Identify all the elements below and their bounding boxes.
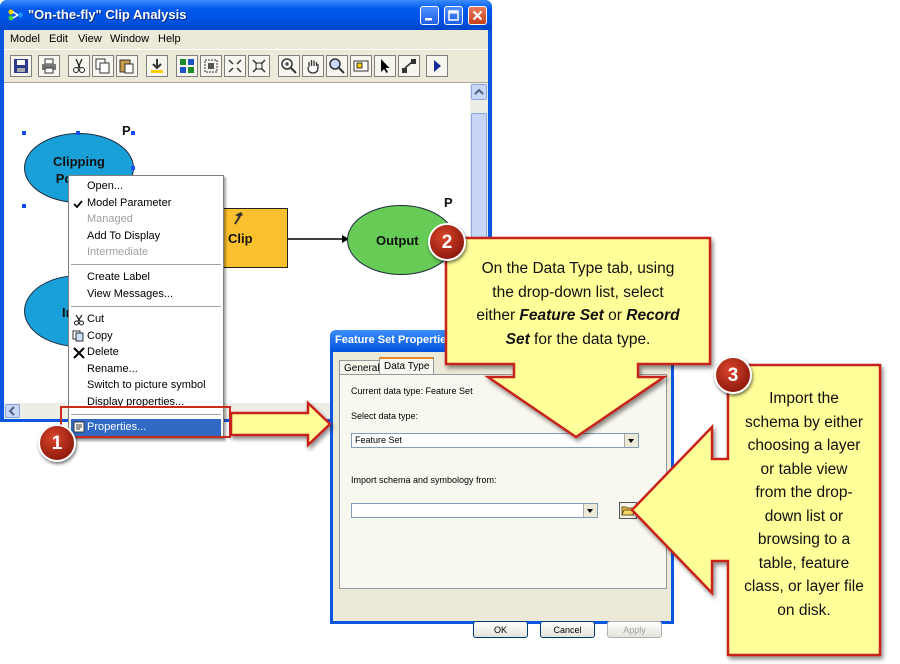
callout-2-set: Set [505, 330, 530, 348]
callout-3-line: table, feature [758, 554, 850, 572]
callout-3-line: schema by either [744, 413, 864, 431]
callout-3-line: browsing to a [757, 531, 851, 548]
callout-3-line: choosing a layer [747, 437, 861, 454]
callout-2-line4: Set for the data type. [446, 328, 710, 352]
callout-2-line1: On the Data Type tab, using [481, 260, 675, 277]
step-badge-3: 3 [714, 356, 752, 394]
callout-3-line: Import the [769, 390, 839, 407]
step-badge-1: 1 [38, 424, 76, 462]
callout-3-line: down list or [764, 507, 844, 525]
callout-2-feature-set: Feature Set [519, 307, 604, 324]
callout-3-line: or table view [760, 460, 848, 478]
callout-2-line3-pre: either [476, 307, 520, 324]
callout-arrow-1 [229, 400, 332, 448]
callout-2-record: Record [626, 307, 680, 324]
callout-2-line3: either Feature Set or Record [446, 304, 710, 328]
callout-2-line2: the drop-down list, select [492, 283, 664, 301]
callout-3-line: class, or layer file [744, 578, 864, 595]
callout-3-line: from the drop- [755, 484, 853, 501]
callout-2-text: On the Data Type tab, using the drop-dow… [446, 257, 710, 351]
callout-3-line: on disk. [777, 601, 831, 619]
callout-2-line4-post: for the data type. [529, 330, 651, 348]
callout-3-text: Import the schema by either choosing a l… [728, 387, 880, 622]
step-badge-2: 2 [428, 223, 466, 261]
callout-2-line3-mid: or [603, 307, 627, 324]
